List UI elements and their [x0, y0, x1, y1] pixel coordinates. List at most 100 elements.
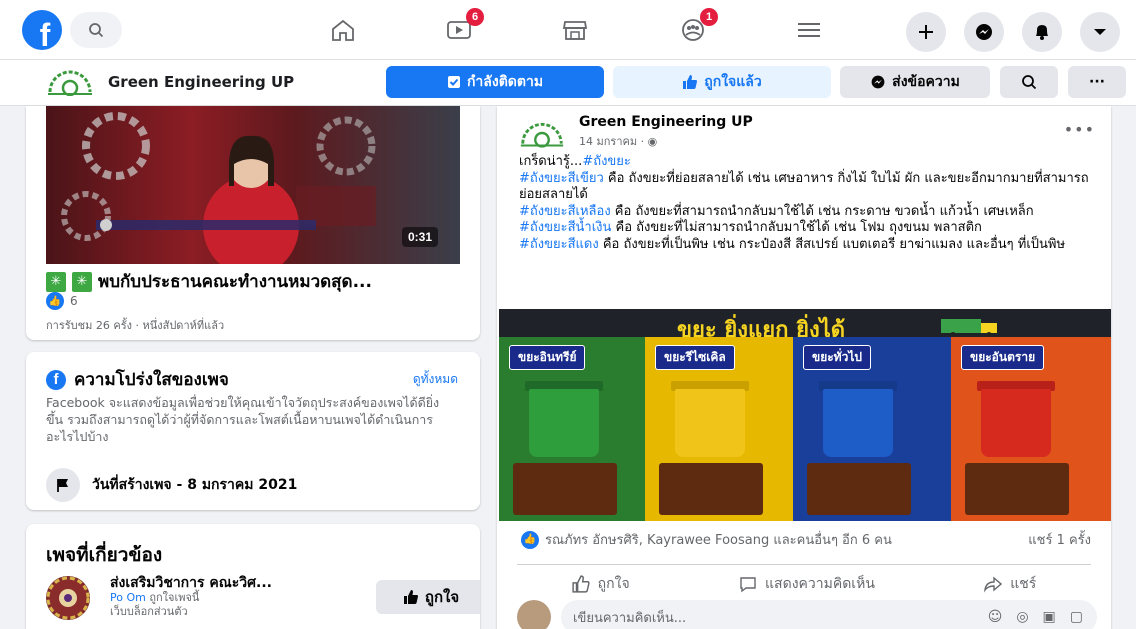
nav-watch-tab[interactable]: 6 [442, 8, 484, 46]
sticker-icon[interactable]: ▢ [1070, 609, 1083, 625]
like-reaction-icon: 👍 [46, 292, 64, 310]
messenger-icon [871, 75, 885, 89]
page-transparency-card: f ความโปร่งใสของเพจ ดูทั้งหมด Facebook จ… [26, 352, 480, 510]
post-image-infographic[interactable]: ขยะ ยิ่งแยก ยิ่งได้ ขยะอินทรีย์ ขยะรีไซเ… [499, 309, 1111, 521]
transparency-description: Facebook จะแสดงข้อมูลเพื่อช่วยให้คุณเข้า… [46, 395, 440, 444]
hashtag-link[interactable]: #ถังขยะสีแดง [519, 237, 599, 252]
thumbs-up-icon [683, 75, 698, 89]
red-bin-icon [981, 389, 1051, 457]
video-title[interactable]: ✳ ✳ พบกับประธานคณะทำงานหมวดสุด... [46, 268, 372, 295]
nav-marketplace-tab[interactable] [558, 14, 592, 46]
yellow-bin-icon [675, 389, 745, 457]
comment-input[interactable]: เขียนความคิดเห็น... ☺ ◎ ▣ ▢ [561, 600, 1097, 629]
hashtag-link[interactable]: #ถังขยะสีเขียว [519, 171, 604, 186]
video-card: 0:31 ✳ ✳ พบกับประธานคณะทำงานหมวดสุด... 👍… [26, 106, 480, 340]
related-pages-card: เพจที่เกี่ยวข้อง ส่งเสริมวิชาการ คณะวิศ.… [26, 524, 480, 629]
search-icon [89, 23, 104, 38]
emblem-icon [46, 576, 90, 620]
liked-button[interactable]: ถูกใจแล้ว [613, 66, 831, 98]
page-more-button[interactable]: ··· [1068, 66, 1126, 98]
account-menu-button[interactable] [1080, 12, 1120, 52]
hashtag-link[interactable]: #ถังขยะสีเหลือง [519, 204, 611, 219]
nav-groups-tab[interactable]: 1 [676, 8, 718, 46]
hashtag-link[interactable]: #ถังขยะสีน้ำเงิน [519, 220, 611, 235]
bin-hazardous: ขยะอันตราย [951, 337, 1111, 521]
like-action-button[interactable]: ถูกใจ [572, 573, 630, 595]
gear-logo-icon [48, 70, 92, 96]
page-name: Green Engineering UP [108, 73, 295, 91]
bin-organic: ขยะอินทรีย์ [499, 337, 645, 521]
bin-recycle: ขยะรีไซเคิล [645, 337, 793, 521]
watch-badge: 6 [466, 8, 484, 26]
check-square-icon [447, 76, 460, 88]
liker-name[interactable]: Po Om [110, 591, 146, 604]
facebook-logo[interactable]: f [22, 10, 62, 50]
create-button[interactable] [906, 12, 946, 52]
related-pages-heading: เพจที่เกี่ยวข้อง [46, 544, 163, 566]
facebook-icon: f [46, 369, 66, 390]
like-reaction-icon: 👍 [521, 530, 539, 549]
blue-bin-icon [823, 389, 893, 457]
bell-icon [1036, 25, 1048, 40]
thumbs-up-outline-icon [572, 575, 590, 593]
green-bin-icon [529, 389, 599, 457]
following-button[interactable]: กำลังติดตาม [386, 66, 604, 98]
see-all-link[interactable]: ดูทั้งหมด [413, 370, 458, 389]
page-header-bar: Green Engineering UP กำลังติดตาม ถูกใจแล… [0, 60, 1136, 106]
home-icon [332, 19, 354, 41]
search-button[interactable] [70, 12, 122, 48]
post-author[interactable]: Green Engineering UP [579, 114, 753, 130]
reactors[interactable]: 👍 รณภัทร อักษรศิริ, Kayrawee Foosang และ… [521, 529, 892, 550]
messenger-icon [976, 24, 992, 40]
globe-icon: ◉ [647, 135, 658, 148]
chevron-down-icon [1094, 29, 1106, 35]
video-duration: 0:31 [401, 227, 438, 247]
nav-menu-tab[interactable] [792, 14, 826, 46]
post-timestamp[interactable]: 14 มกราคม · ◉ [579, 132, 657, 150]
hashtag-link[interactable]: #ถังขยะ [582, 154, 631, 169]
hamburger-icon [798, 23, 820, 37]
share-action-button[interactable]: แชร์ [984, 573, 1036, 595]
related-page-meta: Po Om ถูกใจเพจนี้ เว็บบล็อกส่วนตัว [110, 591, 200, 618]
related-page-like-button[interactable]: ถูกใจ [376, 580, 480, 614]
post-reactions-summary: 👍 รณภัทร อักษรศิริ, Kayrawee Foosang และ… [521, 529, 1091, 550]
more-dots-icon: ··· [1089, 74, 1105, 90]
gif-icon[interactable]: ▣ [1043, 609, 1056, 625]
related-page-category: เว็บบล็อกส่วนตัว [110, 605, 188, 618]
camera-icon[interactable]: ◎ [1016, 609, 1028, 625]
plus-icon [919, 25, 933, 39]
comment-icon [740, 577, 756, 593]
gear-logo-icon [520, 122, 564, 148]
flag-icon [46, 468, 80, 502]
share-count[interactable]: แชร์ 1 ครั้ง [1028, 529, 1091, 550]
post-actions: ถูกใจ แสดงความคิดเห็น แชร์ [517, 564, 1091, 595]
gears-background-icon [61, 112, 376, 264]
garbage-truck-icon [941, 319, 997, 338]
related-page-avatar[interactable] [46, 576, 90, 620]
notifications-button[interactable] [1022, 12, 1062, 52]
nav-home-tab[interactable] [326, 14, 360, 46]
sparkle-icon: ✳ [46, 271, 66, 292]
thumbs-up-icon [403, 590, 418, 604]
messenger-button[interactable] [964, 12, 1004, 52]
top-navigation-bar: f 6 1 [0, 0, 1136, 60]
bin-general: ขยะทั่วไป [793, 337, 951, 521]
post-text: เกร็ดน่ารู้...#ถังขยะ #ถังขยะสีเขียว คือ… [519, 154, 1089, 252]
comment-composer: เขียนความคิดเห็น... ☺ ◎ ▣ ▢ [517, 600, 1097, 629]
sparkle-icon: ✳ [72, 271, 92, 292]
user-avatar[interactable] [517, 600, 551, 629]
comment-action-button[interactable]: แสดงความคิดเห็น [739, 573, 875, 595]
video-thumbnail[interactable]: 0:31 [46, 106, 460, 264]
send-message-button[interactable]: ส่งข้อความ [840, 66, 990, 98]
search-icon [1022, 75, 1037, 90]
emoji-icon[interactable]: ☺ [988, 609, 1003, 625]
page-created-row: วันที่สร้างเพจ - 8 มกราคม 2021 [46, 468, 297, 502]
groups-badge: 1 [700, 8, 718, 26]
page-search-button[interactable] [1000, 66, 1058, 98]
video-views: การรับชม 26 ครั้ง · หนึ่งสัปดาห์ที่แล้ว [46, 319, 225, 332]
post-options-button[interactable]: ••• [1064, 120, 1095, 139]
transparency-heading: f ความโปร่งใสของเพจ [46, 366, 229, 393]
video-reactions[interactable]: 👍 6 [46, 292, 78, 310]
post-card: Green Engineering UP 14 มกราคม · ◉ ••• เ… [497, 106, 1111, 629]
share-icon [984, 576, 1003, 593]
